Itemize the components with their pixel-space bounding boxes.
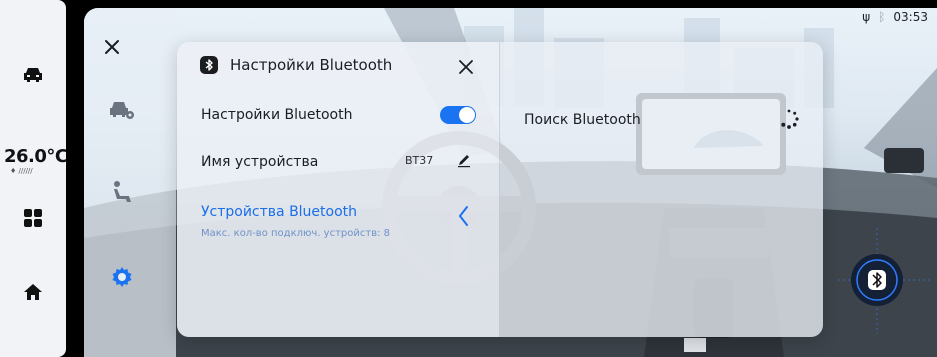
toggle-knob	[459, 107, 475, 123]
bluetooth-floating-badge[interactable]	[838, 228, 932, 334]
car-settings-icon	[110, 102, 134, 119]
chevron-left-icon[interactable]	[457, 204, 471, 228]
bluetooth-icon	[200, 56, 218, 74]
dock-apps-button[interactable]	[0, 205, 66, 231]
close-settings-button[interactable]	[102, 37, 122, 57]
edit-name-icon[interactable]	[456, 152, 472, 168]
bluetooth-devices-link[interactable]: Устройства Bluetooth	[201, 204, 357, 220]
usb-icon: ψ	[862, 10, 871, 24]
bluetooth-settings-list	[177, 42, 500, 337]
bluetooth-search-label: Поиск Bluetooth	[524, 112, 641, 128]
bluetooth-settings-panel: Настройки Bluetooth Настройки Bluetooth …	[177, 42, 823, 337]
panel-header: Настройки Bluetooth	[200, 56, 392, 74]
bluetooth-toggle[interactable]	[440, 106, 476, 124]
loading-spinner-icon	[781, 109, 799, 129]
dock-car-button[interactable]	[0, 62, 66, 88]
climate-temperature[interactable]: 26.0°C ♦ //////	[4, 146, 68, 175]
close-panel-button[interactable]	[455, 56, 477, 78]
left-dock: 26.0°C ♦ //////	[0, 0, 68, 357]
temperature-value: 26.0°C	[4, 146, 68, 167]
max-devices-subtitle: Макс. кол-во подключ. устройств: 8	[201, 228, 391, 239]
car-icon	[24, 68, 42, 82]
dock-separator	[66, 0, 84, 357]
nav-seat-settings[interactable]	[108, 178, 136, 206]
nav-general-settings[interactable]	[108, 263, 136, 291]
panel-title: Настройки Bluetooth	[230, 56, 393, 74]
apps-grid-icon	[24, 209, 42, 227]
device-name-value: BT37	[405, 154, 434, 167]
bluetooth-status-icon: ᛒ	[878, 10, 886, 24]
settings-nav	[84, 8, 176, 357]
status-bar: ψ ᛒ 03:53	[862, 10, 928, 24]
bluetooth-toggle-label: Настройки Bluetooth	[201, 107, 353, 123]
device-name-label: Имя устройства	[201, 154, 319, 170]
nav-vehicle-settings[interactable]	[108, 96, 136, 124]
fan-indicator: ♦ //////	[10, 167, 33, 175]
gear-icon	[112, 267, 132, 287]
seat-icon	[114, 181, 131, 202]
dock-home-button[interactable]	[0, 279, 66, 305]
home-icon	[24, 284, 42, 300]
screen: 26.0°C ♦ ////// Настройки Bluetooth Наст…	[0, 0, 937, 357]
clock: 03:53	[893, 10, 928, 24]
